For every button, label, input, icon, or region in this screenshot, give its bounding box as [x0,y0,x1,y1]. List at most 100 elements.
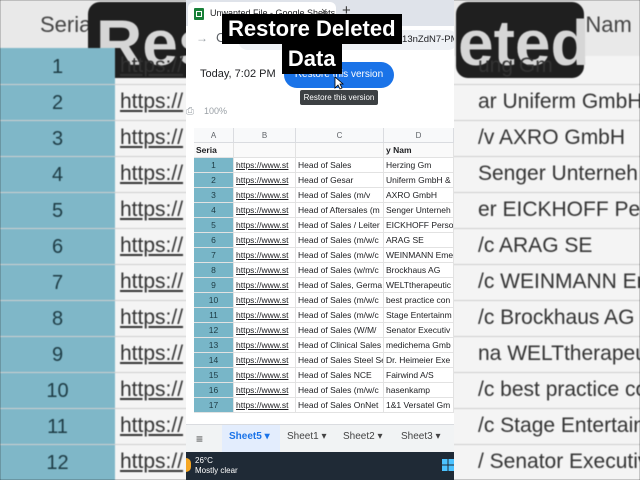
all-sheets-menu-icon[interactable]: ≡ [196,432,203,446]
row-number-cell[interactable]: 11 [194,308,234,323]
bg-row-link: https:// [120,54,184,77]
column-header-c[interactable]: C [296,128,384,143]
row-number-cell[interactable]: 17 [194,398,234,413]
company-cell[interactable]: WELTtherapeutic [384,278,454,293]
bg-row-number: 3 [51,128,64,150]
job-title-cell[interactable]: Head of Sales (m/v [296,188,384,203]
caption-line-2: Data [281,44,342,74]
header-cell-company[interactable]: y Nam [384,143,454,158]
print-icon[interactable]: ⎙ [186,106,194,117]
row-number-cell[interactable]: 8 [194,263,234,278]
company-cell[interactable]: Dr. Heimeier Exe [384,353,454,368]
company-cell[interactable]: Uniferm GmbH & [384,173,454,188]
job-title-cell[interactable]: Head of Sales (m/w/c [296,293,384,308]
job-title-cell[interactable]: Head of Aftersales (m [296,203,384,218]
link-cell[interactable]: https://www.st [234,323,296,338]
job-title-cell[interactable]: Head of Gesar [296,173,384,188]
link-cell[interactable]: https://www.st [234,218,296,233]
sheet-tab-sheet1[interactable]: Sheet1 ▾ [287,431,327,442]
row-number-cell[interactable]: 6 [194,233,234,248]
company-cell[interactable]: medichema Gmb [384,338,454,353]
row-number-cell[interactable]: 14 [194,353,234,368]
job-title-cell[interactable]: Head of Sales (m/w/c [296,248,384,263]
link-cell[interactable]: https://www.st [234,233,296,248]
job-title-cell[interactable]: Head of Sales Steel Se [296,353,384,368]
row-number-cell[interactable]: 2 [194,173,234,188]
sheet-tab-sheet3[interactable]: Sheet3 ▾ [401,431,441,442]
job-title-cell[interactable]: Head of Sales / Leiter [296,218,384,233]
row-number-cell[interactable]: 13 [194,338,234,353]
company-cell[interactable]: WEINMANN Eme [384,248,454,263]
zoom-select[interactable]: 100% [204,106,227,116]
windows-start-icon[interactable] [442,459,454,471]
forward-icon[interactable]: → [196,31,208,45]
bg-row-company: /c ARAG SE [478,234,593,257]
column-header-a[interactable]: A [194,128,234,143]
company-cell[interactable]: AXRO GmbH [384,188,454,203]
link-cell[interactable]: https://www.st [234,203,296,218]
header-cell[interactable] [234,143,296,158]
company-cell[interactable]: Herzing Gm [384,158,454,173]
job-title-cell[interactable]: Head of Sales (W/M/ [296,323,384,338]
row-number-cell[interactable]: 10 [194,293,234,308]
company-cell[interactable]: 1&1 Versatel Gm [384,398,454,413]
row-number-cell[interactable]: 12 [194,323,234,338]
job-title-cell[interactable]: Head of Sales (m/w/c [296,308,384,323]
header-cell-serial[interactable]: Seria [194,143,234,158]
company-cell[interactable]: Fairwind A/S [384,368,454,383]
link-cell[interactable]: https://www.st [234,353,296,368]
sheets-icon [194,8,204,20]
spreadsheet-grid[interactable]: ABCD Seria y Nam 1 https://www.st Head of Sa… [186,128,454,416]
job-title-cell[interactable]: Head of Sales (w/m/c [296,263,384,278]
sheet-tab-sheet2[interactable]: Sheet2 ▾ [343,431,383,442]
row-number-cell[interactable]: 9 [194,278,234,293]
company-cell[interactable]: Stage Entertainm [384,308,454,323]
column-header-d[interactable]: D [384,128,454,143]
row-number-cell[interactable]: 15 [194,368,234,383]
sheet-tab-sheet5[interactable]: Sheet5 ▾ [229,431,270,442]
bg-row-link: https:// [120,270,184,293]
job-title-cell[interactable]: Head of Sales (m/w/c [296,383,384,398]
job-title-cell[interactable]: Head of Sales, Germa [296,278,384,293]
weather-condition[interactable]: Mostly clear [195,466,238,475]
sheet-tab-label: Sheet5 [229,431,262,442]
link-cell[interactable]: https://www.st [234,173,296,188]
bg-row-number: 12 [46,452,69,474]
link-cell[interactable]: https://www.st [234,383,296,398]
row-number-cell[interactable]: 16 [194,383,234,398]
sheet-tab-bar: ≡ Sheet5 ▾ Sheet1 ▾ Sheet2 ▾ Sheet3 ▾ [186,424,454,453]
row-number-cell[interactable]: 1 [194,158,234,173]
bg-row-company: /c Stage Entertainm [478,414,640,437]
link-cell[interactable]: https://www.st [234,293,296,308]
link-cell[interactable]: https://www.st [234,398,296,413]
row-number-cell[interactable]: 5 [194,218,234,233]
link-cell[interactable]: https://www.st [234,338,296,353]
link-cell[interactable]: https://www.st [234,158,296,173]
company-cell[interactable]: best practice con [384,293,454,308]
company-cell[interactable]: Senator Executiv [384,323,454,338]
company-cell[interactable]: hasenkamp [384,383,454,398]
job-title-cell[interactable]: Head of Sales [296,158,384,173]
company-cell[interactable]: Senger Unterneh [384,203,454,218]
bg-row-link: https:// [120,198,184,221]
company-cell[interactable]: Brockhaus AG [384,263,454,278]
job-title-cell[interactable]: Head of Sales NCE [296,368,384,383]
row-number-cell[interactable]: 7 [194,248,234,263]
link-cell[interactable]: https://www.st [234,278,296,293]
link-cell[interactable]: https://www.st [234,248,296,263]
row-number-cell[interactable]: 4 [194,203,234,218]
column-header-b[interactable]: B [234,128,296,143]
link-cell[interactable]: https://www.st [234,263,296,278]
link-cell[interactable]: https://www.st [234,368,296,383]
link-cell[interactable]: https://www.st [234,308,296,323]
link-cell[interactable]: https://www.st [234,188,296,203]
job-title-cell[interactable]: Head of Sales (m/w/c [296,233,384,248]
job-title-cell[interactable]: Head of Sales OnNet [296,398,384,413]
row-number-cell[interactable]: 3 [194,188,234,203]
header-cell[interactable] [296,143,384,158]
job-title-cell[interactable]: Head of Clinical Sales [296,338,384,353]
company-cell[interactable]: EICKHOFF Person [384,218,454,233]
company-cell[interactable]: ARAG SE [384,233,454,248]
weather-moon-icon [186,458,191,472]
weather-temp[interactable]: 26°C [195,456,213,465]
